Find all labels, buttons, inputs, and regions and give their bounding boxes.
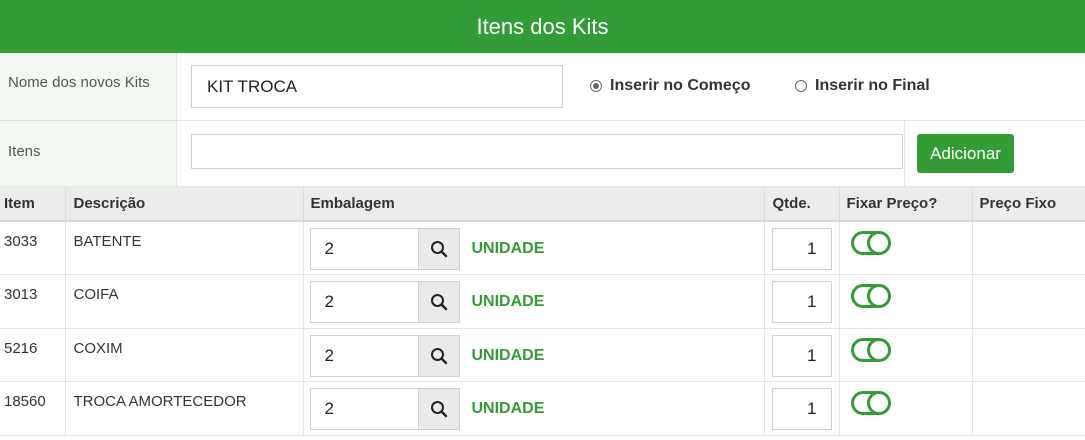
radio-inserir-inicio[interactable]: Inserir no Começo (590, 77, 750, 95)
item-code: 3013 (0, 274, 66, 329)
radio-unselected-icon (795, 80, 807, 92)
preco-fixo-cell (972, 221, 1085, 275)
itens-input[interactable] (191, 134, 903, 169)
toggle-icon[interactable] (850, 391, 891, 415)
embalagem-cell: 2 UNIDADE (303, 221, 765, 275)
col-preco-fixo: Preço Fixo (972, 187, 1085, 222)
unit-label: UNIDADE (471, 240, 545, 257)
radio-selected-icon (590, 80, 602, 92)
item-description: TROCA AMORTECEDOR (65, 381, 304, 436)
qtde-input[interactable]: 1 (771, 334, 832, 377)
itens-label: Itens (0, 121, 177, 186)
embalagem-input[interactable]: 2 (309, 388, 418, 430)
col-descricao: Descrição (65, 187, 304, 222)
qtde-cell: 1 (764, 381, 840, 436)
search-icon (430, 293, 448, 311)
embalagem-cell: 2 UNIDADE (303, 328, 765, 382)
embalagem-input[interactable]: 2 (309, 281, 418, 323)
embalagem-input[interactable]: 2 (309, 334, 418, 377)
kit-items-table: Item Descrição Embalagem Qtde. Fixar Pre… (0, 187, 1085, 436)
preco-fixo-cell (972, 328, 1085, 382)
itens-row: Itens Adicionar (0, 121, 1085, 187)
item-code: 3033 (0, 221, 66, 275)
fixar-preco-cell (839, 328, 973, 382)
embalagem-input[interactable]: 2 (309, 228, 418, 270)
page-title: Itens dos Kits (0, 0, 1085, 53)
add-button[interactable]: Adicionar (917, 134, 1014, 173)
col-qtde: Qtde. (764, 187, 840, 222)
unit-label: UNIDADE (471, 400, 545, 417)
table-row: 3013 COIFA 2 UNIDADE 1 (0, 274, 1085, 329)
qtde-cell: 1 (764, 274, 840, 329)
unit-label: UNIDADE (471, 346, 545, 364)
item-code: 5216 (0, 328, 66, 382)
col-fixar-preco: Fixar Preço? (839, 187, 973, 222)
col-embalagem: Embalagem (303, 187, 765, 222)
toggle-icon[interactable] (850, 284, 891, 308)
search-button[interactable] (417, 281, 460, 323)
item-code: 18560 (0, 381, 66, 436)
qtde-input[interactable]: 1 (771, 388, 832, 430)
radio-final-label: Inserir no Final (815, 77, 930, 94)
item-description: BATENTE (65, 221, 304, 275)
search-icon (430, 347, 448, 365)
item-description: COXIM (65, 328, 304, 382)
qtde-input[interactable]: 1 (771, 281, 832, 323)
table-header-row: Item Descrição Embalagem Qtde. Fixar Pre… (0, 187, 1085, 222)
table-row: 18560 TROCA AMORTECEDOR 2 UNIDADE 1 (0, 381, 1085, 436)
kit-name-input[interactable]: KIT TROCA (191, 65, 563, 108)
table-row: 3033 BATENTE 2 UNIDADE 1 (0, 221, 1085, 275)
kit-name-row: Nome dos novos Kits KIT TROCA Inserir no… (0, 53, 1085, 121)
preco-fixo-cell (972, 381, 1085, 436)
fixar-preco-cell (839, 221, 973, 275)
qtde-input[interactable]: 1 (771, 228, 832, 270)
toggle-icon[interactable] (850, 337, 891, 362)
search-icon (430, 400, 448, 418)
item-description: COIFA (65, 274, 304, 329)
search-icon (430, 240, 448, 258)
toggle-icon[interactable] (850, 231, 891, 255)
divider (904, 121, 905, 186)
embalagem-cell: 2 UNIDADE (303, 274, 765, 329)
radio-inserir-final[interactable]: Inserir no Final (795, 77, 930, 95)
fixar-preco-cell (839, 381, 973, 436)
col-item: Item (0, 187, 66, 222)
table-row: 5216 COXIM 2 UNIDADE 1 (0, 328, 1085, 382)
preco-fixo-cell (972, 274, 1085, 329)
fixar-preco-cell (839, 274, 973, 329)
kit-name-label: Nome dos novos Kits (0, 53, 177, 120)
search-button[interactable] (417, 228, 460, 270)
qtde-cell: 1 (764, 221, 840, 275)
radio-inicio-label: Inserir no Começo (610, 77, 751, 94)
search-button[interactable] (417, 388, 460, 430)
unit-label: UNIDADE (471, 293, 545, 310)
embalagem-cell: 2 UNIDADE (303, 381, 765, 436)
qtde-cell: 1 (764, 328, 840, 382)
search-button[interactable] (417, 334, 460, 377)
